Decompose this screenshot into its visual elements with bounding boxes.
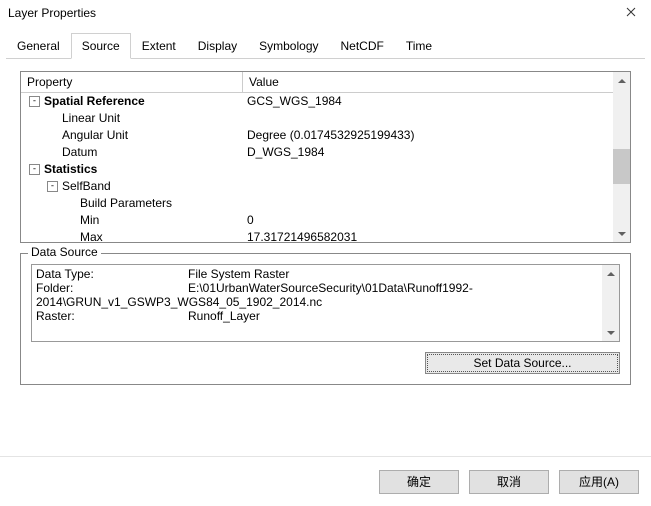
property-name: Min (80, 212, 99, 229)
property-value: 0 (243, 212, 613, 229)
ds-field-value: E:\01UrbanWaterSourceSecurity\01Data\Run… (188, 281, 473, 295)
window-title: Layer Properties (8, 6, 611, 20)
tab-display[interactable]: Display (187, 33, 248, 59)
collapse-icon[interactable]: - (47, 181, 58, 192)
ds-field-label: Folder: (36, 281, 188, 295)
property-value: Degree (0.0174532925199433) (243, 127, 613, 144)
list-item: 2014\GRUN_v1_GSWP3_WGS84_05_1902_2014.nc (36, 295, 601, 309)
titlebar: Layer Properties (0, 0, 651, 26)
property-value (243, 195, 613, 212)
property-grid: Property Value -Spatial ReferenceGCS_WGS… (20, 71, 631, 243)
property-name: Angular Unit (62, 127, 128, 144)
ds-scrollbar[interactable] (602, 265, 619, 341)
tabs-container: General Source Extent Display Symbology … (0, 26, 651, 385)
tab-label: Symbology (259, 39, 318, 53)
scrollbar-thumb[interactable] (613, 149, 630, 184)
data-source-label: Data Source (28, 245, 101, 259)
table-row[interactable]: Max 17.31721496582031 (21, 229, 613, 242)
property-value: 17.31721496582031 (243, 229, 613, 242)
tab-time[interactable]: Time (395, 33, 443, 59)
property-name: Linear Unit (62, 110, 120, 127)
table-row[interactable]: Linear Unit (21, 110, 613, 127)
property-value (243, 161, 613, 178)
property-name: SelfBand (62, 178, 111, 195)
list-item: Folder:E:\01UrbanWaterSourceSecurity\01D… (36, 281, 601, 295)
chevron-down-icon (607, 331, 615, 335)
ds-field-value: File System Raster (188, 267, 289, 281)
ds-field-label: Raster: (36, 309, 188, 323)
tab-netcdf[interactable]: NetCDF (330, 33, 395, 59)
collapse-icon[interactable]: - (29, 164, 40, 175)
chevron-up-icon (607, 272, 615, 276)
tab-label: Display (198, 39, 237, 53)
tab-label: NetCDF (341, 39, 384, 53)
table-row[interactable]: Angular Unit Degree (0.0174532925199433) (21, 127, 613, 144)
cancel-button[interactable]: 取消 (469, 470, 549, 494)
tab-general[interactable]: General (6, 33, 71, 59)
set-data-source-button[interactable]: Set Data Source... (425, 352, 620, 374)
dialog-footer: 确定 取消 应用(A) (0, 456, 651, 506)
data-source-group: Data Source Data Type:File System Raster… (20, 253, 631, 385)
table-row[interactable]: Datum D_WGS_1984 (21, 144, 613, 161)
tab-content: Property Value -Spatial ReferenceGCS_WGS… (6, 59, 645, 385)
ds-field-value-cont: 2014\GRUN_v1_GSWP3_WGS84_05_1902_2014.nc (36, 295, 322, 309)
vertical-scrollbar[interactable] (613, 72, 630, 242)
layer-properties-dialog: Layer Properties General Source Extent D… (0, 0, 651, 506)
property-name: Datum (62, 144, 97, 161)
table-row[interactable]: -Statistics (21, 161, 613, 178)
tab-extent[interactable]: Extent (131, 33, 187, 59)
property-value (243, 178, 613, 195)
grid-body: -Spatial ReferenceGCS_WGS_1984Linear Uni… (21, 93, 613, 242)
col-value: Value (243, 72, 613, 92)
table-row[interactable]: Build Parameters (21, 195, 613, 212)
property-value: GCS_WGS_1984 (243, 93, 613, 110)
list-item: Data Type:File System Raster (36, 267, 601, 281)
close-icon (626, 6, 636, 20)
grid-header: Property Value (21, 72, 613, 93)
property-value (243, 110, 613, 127)
tab-label: Extent (142, 39, 176, 53)
collapse-icon[interactable]: - (29, 96, 40, 107)
ds-field-label: Data Type: (36, 267, 188, 281)
property-name: Max (80, 229, 103, 242)
tab-symbology[interactable]: Symbology (248, 33, 329, 59)
scroll-up-button[interactable] (613, 72, 630, 89)
property-name: Statistics (44, 161, 97, 178)
list-item: Raster:Runoff_Layer (36, 309, 601, 323)
table-row[interactable]: Min 0 (21, 212, 613, 229)
table-row[interactable]: -Spatial Reference GCS_WGS_1984 (21, 93, 613, 110)
ds-scroll-track (602, 282, 619, 324)
col-property: Property (21, 72, 243, 92)
property-name: Spatial Reference (44, 93, 145, 110)
scroll-down-button[interactable] (613, 225, 630, 242)
chevron-up-icon (618, 79, 626, 83)
ds-scroll-up[interactable] (602, 265, 619, 282)
scrollbar-track[interactable] (613, 89, 630, 225)
table-row[interactable]: -SelfBand (21, 178, 613, 195)
tab-label: Source (82, 39, 120, 53)
chevron-down-icon (618, 232, 626, 236)
data-source-text: Data Type:File System RasterFolder:E:\01… (31, 264, 620, 342)
property-name: Build Parameters (80, 195, 172, 212)
tabs: General Source Extent Display Symbology … (6, 32, 645, 59)
tab-source[interactable]: Source (71, 33, 131, 59)
close-button[interactable] (611, 0, 651, 26)
property-value: D_WGS_1984 (243, 144, 613, 161)
tab-label: General (17, 39, 60, 53)
ds-field-value: Runoff_Layer (188, 309, 260, 323)
tab-label: Time (406, 39, 432, 53)
ok-button[interactable]: 确定 (379, 470, 459, 494)
ds-scroll-down[interactable] (602, 324, 619, 341)
apply-button[interactable]: 应用(A) (559, 470, 639, 494)
